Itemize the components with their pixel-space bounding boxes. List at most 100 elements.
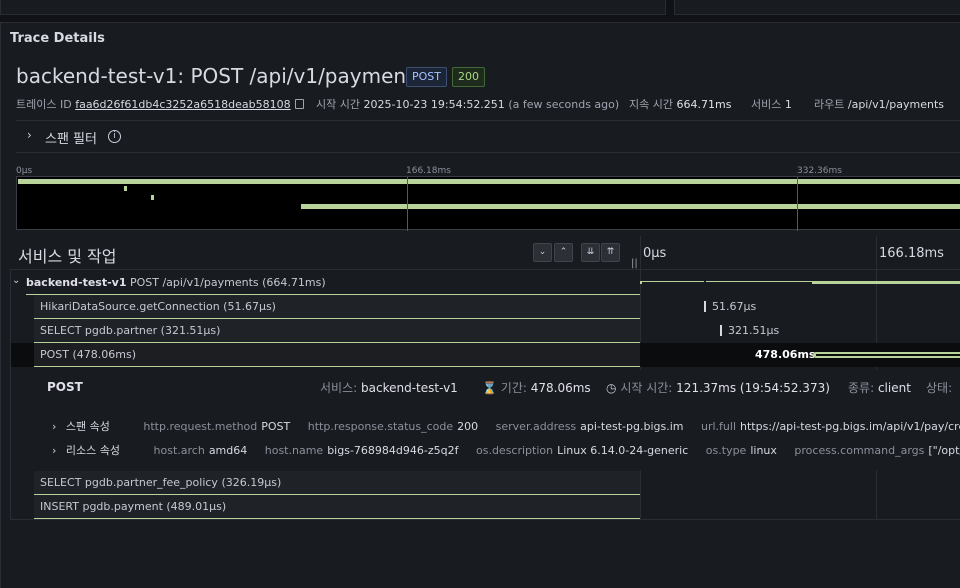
span-bar-mark <box>704 280 706 284</box>
span-name: POST /api/v1/payments (664.71ms) <box>129 276 326 289</box>
minimap-divider <box>407 177 408 231</box>
services-value: 1 <box>784 98 792 111</box>
attr-value: https://api-test-pg.bigs.im/api/v1/pay/c… <box>740 420 960 433</box>
attr-key: server.address <box>495 420 577 433</box>
attr-value: bigs-768984d946-z5q2f <box>327 444 459 457</box>
minimap-tick: 0μs <box>16 166 33 176</box>
span-label: POST (478.06ms) <box>34 343 640 367</box>
detail-status: 상태: <box>926 379 952 396</box>
span-label: INSERT pgdb.payment (489.01μs) <box>34 495 640 519</box>
start-time-meta: 시작 시간 2025-10-23 19:54:52.251 (a few sec… <box>316 96 619 112</box>
start-time-value: 2025-10-23 19:54:52.251 <box>363 98 505 111</box>
attr-key: url.full <box>701 420 737 433</box>
minimap-divider <box>797 177 798 231</box>
span-row[interactable]: SELECT pgdb.partner_fee_policy (326.19μs… <box>10 471 960 495</box>
minimap-span-bar <box>18 179 960 184</box>
detail-start-label: 시작 시간: <box>620 381 673 395</box>
attr-key: host.arch <box>153 444 205 457</box>
info-icon[interactable]: i <box>108 130 121 143</box>
timeline-tick: 0μs <box>643 246 667 261</box>
trace-id-label: 트레이스 ID <box>16 98 72 111</box>
minimap-span-bar <box>301 204 960 209</box>
attr-key: host.name <box>264 444 324 457</box>
services-operations-title: 서비스 및 작업 <box>18 247 117 266</box>
span-attributes-row[interactable]: › 스팬 속성 http.request.method POST http.res… <box>52 418 960 434</box>
minimap-tick: 332.36ms <box>797 166 842 176</box>
minimap-span-mark <box>124 186 127 191</box>
chevron-right-icon[interactable]: › <box>27 128 32 142</box>
span-detail-title: POST <box>47 380 83 394</box>
detail-kind-value: client <box>877 381 911 395</box>
duration-value: 664.71ms <box>676 98 732 111</box>
span-label: SELECT pgdb.partner (321.51μs) <box>34 319 640 343</box>
detail-service: 서비스: backend-test-v1 <box>320 379 458 396</box>
start-time-relative: (a few seconds ago) <box>508 98 620 111</box>
timeline-tick: 166.18ms <box>879 246 944 261</box>
route-value: /api/v1/payments <box>847 98 945 111</box>
copy-icon[interactable] <box>294 99 304 109</box>
span-duration: 321.51μs <box>728 324 780 337</box>
chevron-right-icon[interactable]: › <box>52 420 56 433</box>
resource-attributes-label[interactable]: 리소스 속성 <box>66 444 120 457</box>
span-row[interactable]: ⌄ backend-test-v1 POST /api/v1/payments … <box>10 271 960 295</box>
detail-kind: 종류: client <box>848 379 911 396</box>
method-badge: POST <box>406 67 447 87</box>
span-filter-bar[interactable] <box>16 120 960 153</box>
attr-key: process.command_args <box>794 444 925 457</box>
detail-service-value: backend-test-v1 <box>361 381 458 395</box>
chevron-down-icon[interactable]: ⌄ <box>12 275 20 286</box>
attr-value: Linux 6.14.0-24-generic <box>557 444 689 457</box>
detail-duration-label: 기간: <box>500 381 527 395</box>
detail-kind-label: 종류: <box>848 381 875 395</box>
attr-key: http.response.status_code <box>307 420 454 433</box>
detail-start-value: 121.37ms (19:54:52.373) <box>676 381 830 395</box>
detail-service-label: 서비스: <box>320 381 358 395</box>
services-label: 서비스 <box>751 98 782 111</box>
attr-key: http.request.method <box>143 420 258 433</box>
table-left-border <box>10 269 11 520</box>
span-bar-inner <box>816 354 960 356</box>
span-bar-inner <box>642 282 812 284</box>
trace-minimap[interactable] <box>16 176 960 231</box>
span-filter-label[interactable]: 스팬 필터 <box>45 128 97 147</box>
chevron-right-icon[interactable]: › <box>52 444 56 457</box>
span-row[interactable]: SELECT pgdb.partner (321.51μs) 321.51μs <box>10 319 960 343</box>
route-meta: 라우트 /api/v1/payments <box>814 96 944 112</box>
route-label: 라우트 <box>814 98 845 111</box>
detail-duration-value: 478.06ms <box>530 381 591 395</box>
span-label: backend-test-v1 POST /api/v1/payments (6… <box>26 271 640 295</box>
attr-value: 200 <box>457 420 479 433</box>
clock-icon: ◷ <box>606 381 617 395</box>
expand-one-button[interactable]: ⌃ <box>554 243 573 262</box>
attr-key: os.type <box>705 444 747 457</box>
expand-all-button[interactable]: ⇈ <box>601 243 620 262</box>
column-resize-handle[interactable]: || <box>631 258 638 269</box>
span-duration: 478.06ms <box>755 348 816 361</box>
span-row-selected[interactable]: POST (478.06ms) 478.06ms <box>10 343 960 367</box>
upper-panel-right <box>674 0 960 15</box>
span-bar <box>720 325 722 336</box>
minimap-span-mark <box>151 195 154 200</box>
resource-attributes-row[interactable]: › 리소스 속성 host.arch amd64 host.name bigs-76… <box>52 442 960 458</box>
collapse-one-button[interactable]: ⌄ <box>533 243 552 262</box>
trace-id-meta: 트레이스 ID faa6d26f61db4c3252a6518deab58108 <box>16 96 304 112</box>
span-row[interactable]: HikariDataSource.getConnection (51.67μs)… <box>10 295 960 319</box>
attr-value: POST <box>261 420 291 433</box>
detail-duration: ⌛ 기간: 478.06ms <box>482 379 591 396</box>
attr-value: api-test-pg.bigs.im <box>580 420 684 433</box>
span-attributes-label[interactable]: 스팬 속성 <box>66 420 110 433</box>
detail-status-label: 상태: <box>926 381 953 395</box>
duration-meta: 지속 시간 664.71ms <box>629 96 731 112</box>
span-service: backend-test-v1 <box>26 276 127 289</box>
trace-title: backend-test-v1: POST /api/v1/payments <box>16 64 425 88</box>
attr-key: os.description <box>475 444 554 457</box>
services-meta: 서비스 1 <box>751 96 792 112</box>
detail-start: ◷ 시작 시간: 121.37ms (19:54:52.373) <box>606 379 830 396</box>
trace-id-link[interactable]: faa6d26f61db4c3252a6518deab58108 <box>75 98 290 111</box>
collapse-all-button[interactable]: ⇊ <box>581 243 600 262</box>
table-bottom-border <box>10 519 960 520</box>
duration-label: 지속 시간 <box>629 98 673 111</box>
span-row[interactable]: INSERT pgdb.payment (489.01μs) <box>10 495 960 519</box>
span-duration: 51.67μs <box>712 300 757 313</box>
upper-panel-left <box>0 0 666 15</box>
